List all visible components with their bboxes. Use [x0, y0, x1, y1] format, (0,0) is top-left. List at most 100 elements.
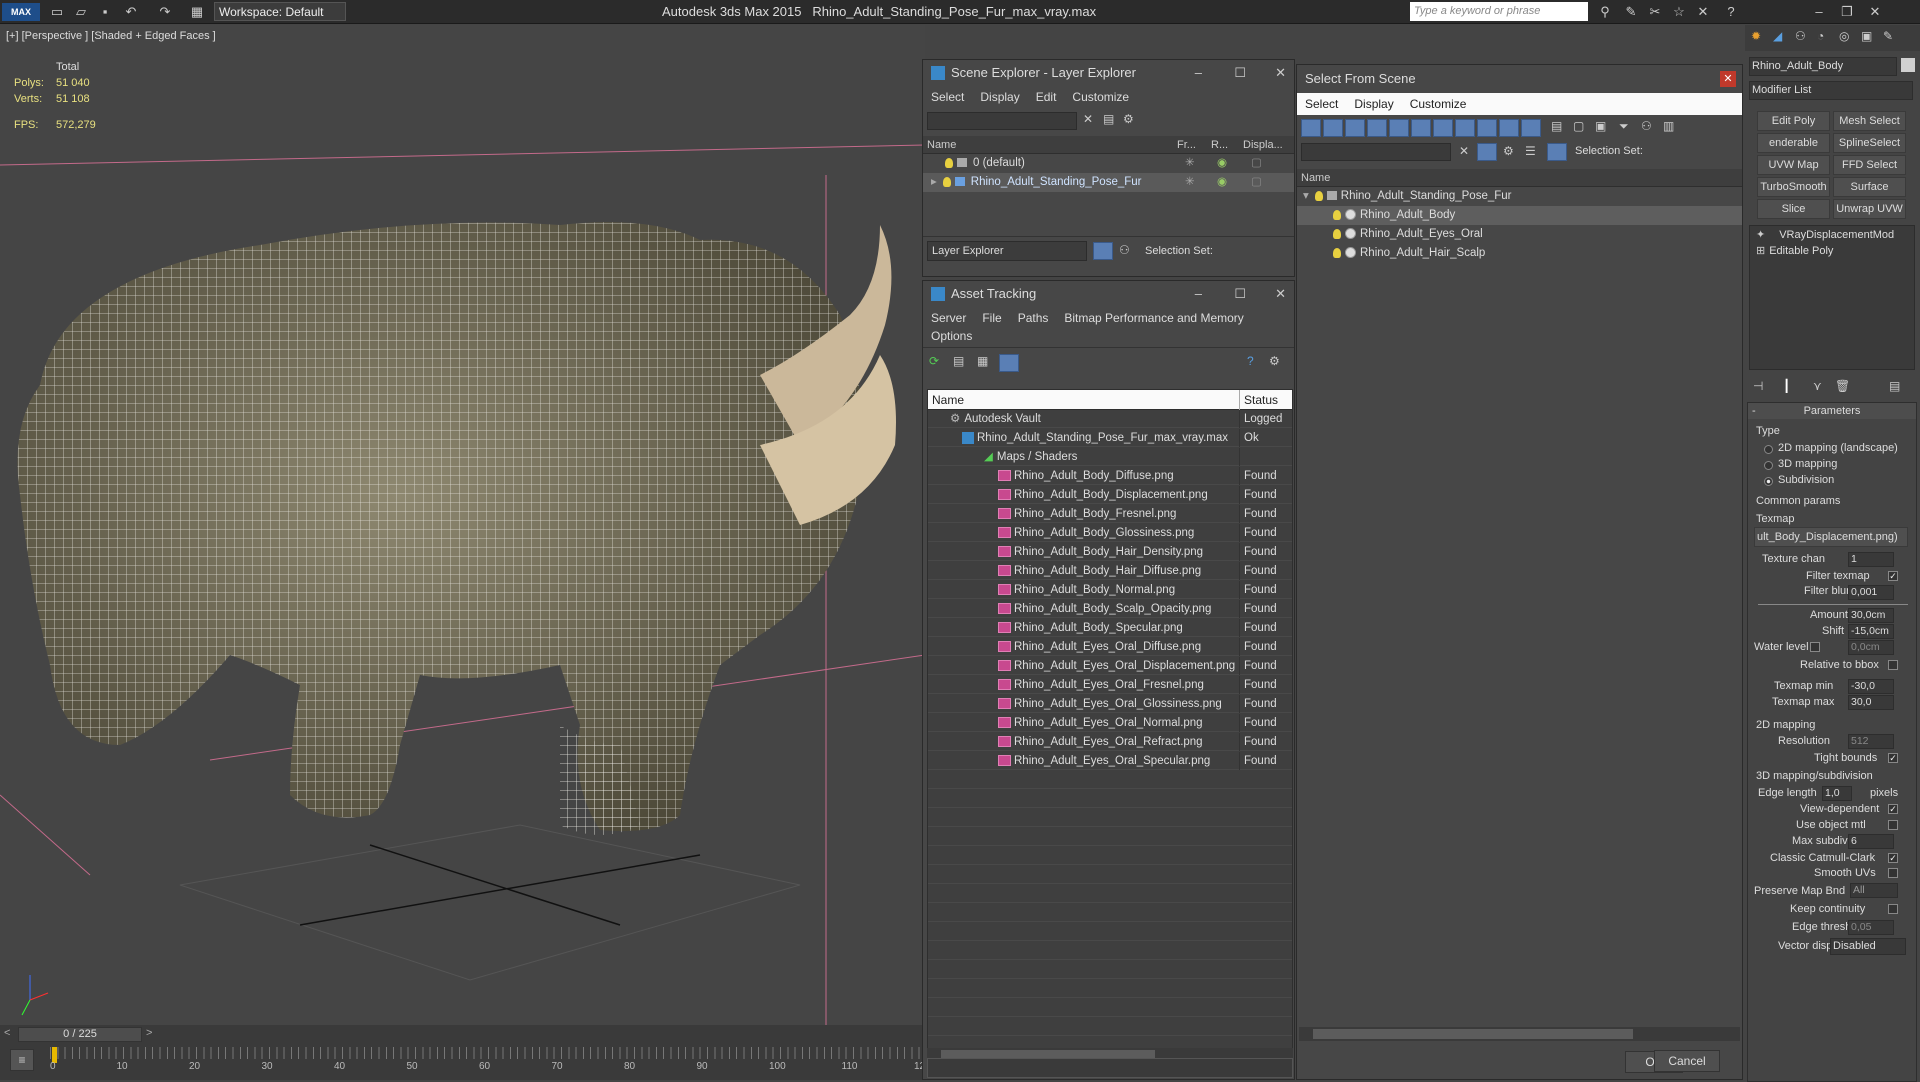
display-cameras-icon[interactable] — [1367, 119, 1387, 137]
view-dependent-checkbox[interactable]: ✓ — [1888, 804, 1898, 814]
object-name-field[interactable]: Rhino_Adult_Body — [1749, 57, 1897, 76]
asset-row[interactable]: Rhino_Adult_Body_Diffuse.png Found — [928, 467, 1292, 486]
restore-icon[interactable]: ❐ — [1838, 3, 1856, 21]
col-display[interactable]: Displa... — [1243, 136, 1283, 154]
menu-display[interactable]: Display — [1354, 97, 1393, 111]
clear-find-icon[interactable]: ✕ — [1083, 112, 1093, 126]
exchange-icon[interactable]: ✕ — [1694, 3, 1712, 21]
hierarchy-view-icon[interactable] — [1547, 143, 1567, 161]
edge-thresh-input[interactable]: 0,05 — [1848, 920, 1894, 935]
expand-icon[interactable]: ▸ — [931, 176, 937, 188]
col-freeze[interactable]: Fr... — [1177, 136, 1196, 154]
col-render[interactable]: R... — [1211, 136, 1228, 154]
clear-find-icon[interactable]: ✕ — [1459, 144, 1469, 158]
menu-options[interactable]: Options — [931, 329, 972, 343]
asset-row[interactable]: Rhino_Adult_Body_Glossiness.png Found — [928, 524, 1292, 543]
menu-bitmap-performance[interactable]: Bitmap Performance and Memory — [1064, 311, 1243, 325]
path-field[interactable] — [927, 1058, 1293, 1078]
water-level-input[interactable]: 0,0cm — [1848, 640, 1894, 655]
infocenter-icon[interactable]: ⚲ — [1596, 3, 1614, 21]
slice-button[interactable]: Slice — [1757, 199, 1830, 219]
asset-row[interactable]: Rhino_Adult_Eyes_Oral_Glossiness.png Foun… — [928, 695, 1292, 714]
close-icon[interactable]: ✕ — [1275, 281, 1286, 307]
display-shapes-icon[interactable] — [1323, 119, 1343, 137]
texture-chan-input[interactable]: 1 — [1848, 552, 1894, 567]
asset-row[interactable]: Rhino_Adult_Eyes_Oral_Fresnel.png Found — [928, 676, 1292, 695]
new-file-icon[interactable]: ▭ — [48, 3, 66, 21]
motion-tab-icon[interactable]: ◔ — [1817, 29, 1824, 43]
search-input[interactable]: Type a keyword or phrase — [1410, 2, 1588, 21]
select-all-icon[interactable]: ▤ — [1551, 119, 1562, 133]
perspective-viewport[interactable]: [+] [Perspective ] [Shaded + Edged Faces… — [0, 25, 925, 1045]
layer-stack-icon[interactable]: ☰ — [1525, 144, 1536, 158]
max-subdivs-input[interactable]: 6 — [1848, 834, 1894, 849]
workspace-dropdown[interactable]: Workspace: Default — [214, 2, 346, 21]
relative-bbox-checkbox[interactable] — [1888, 660, 1898, 670]
asset-row[interactable]: Rhino_Adult_Eyes_Oral_Displacement.png Fo… — [928, 657, 1292, 676]
menu-server[interactable]: Server — [931, 311, 966, 325]
ffd-select-button[interactable]: FFD Select — [1833, 155, 1906, 175]
asset-row[interactable]: ⚙ Autodesk Vault Logged — [928, 410, 1292, 429]
asset-row[interactable]: Rhino_Adult_Eyes_Oral_Diffuse.png Found — [928, 638, 1292, 657]
mesh-select-button[interactable]: Mesh Select — [1833, 111, 1906, 131]
help-icon[interactable]: ? — [1722, 3, 1740, 21]
show-end-result-icon[interactable]: ┃ — [1783, 379, 1790, 393]
cancel-button[interactable]: Cancel — [1654, 1050, 1720, 1072]
explorer-type-dropdown[interactable]: Layer Explorer — [927, 241, 1087, 261]
display-containers-icon[interactable] — [1499, 119, 1519, 137]
project-folder-icon[interactable]: ▦ — [188, 3, 206, 21]
layer-row-default[interactable]: 0 (default) ✳ ◉ ▢ — [923, 154, 1294, 173]
display-xrefs-icon[interactable] — [1455, 119, 1475, 137]
use-object-mtl-checkbox[interactable] — [1888, 820, 1898, 830]
menu-display[interactable]: Display — [980, 90, 1019, 104]
filter-icon[interactable]: ▤ — [1103, 112, 1114, 126]
edge-length-input[interactable]: 1,0 — [1822, 786, 1852, 801]
radio-3d-mapping[interactable] — [1764, 461, 1773, 470]
expand-icon[interactable]: ⊞ — [1756, 245, 1765, 257]
scene-explorer-titlebar[interactable]: Scene Explorer - Layer Explorer – ☐ ✕ — [923, 60, 1294, 86]
maximize-icon[interactable]: ☐ — [1234, 281, 1246, 307]
help-icon[interactable]: ? — [1247, 354, 1254, 368]
hierarchy-icon[interactable]: ⚇ — [1641, 119, 1652, 133]
display-lights-icon[interactable] — [1345, 119, 1365, 137]
radio-subdivision[interactable] — [1764, 477, 1773, 486]
timeline[interactable]: < 0 / 225 > ≡ 0 10 20 30 40 50 60 70 80 90 100 110 1… — [0, 1025, 925, 1080]
menu-paths[interactable]: Paths — [1018, 311, 1049, 325]
collapse-icon[interactable]: ▾ — [1303, 190, 1309, 202]
viewport-label[interactable]: [+] [Perspective ] [Shaded + Edged Faces… — [6, 30, 216, 42]
filter-active-icon[interactable] — [1477, 143, 1497, 161]
display-icon[interactable]: ▢ — [1251, 154, 1262, 173]
light-bulb-icon[interactable] — [945, 157, 953, 168]
detail-view-icon[interactable]: ▦ — [977, 354, 988, 368]
communication-icon[interactable]: ✂ — [1646, 3, 1664, 21]
layer-options-icon[interactable]: ⚙ — [1123, 112, 1134, 126]
light-bulb-icon[interactable] — [1314, 190, 1323, 201]
asset-row[interactable]: Rhino_Adult_Eyes_Oral_Refract.png Found — [928, 733, 1292, 752]
minimize-icon[interactable]: – — [1195, 60, 1202, 86]
water-level-checkbox[interactable] — [1810, 642, 1820, 652]
mini-curve-editor-icon[interactable]: ≡ — [10, 1049, 34, 1071]
horizontal-scrollbar[interactable] — [1299, 1027, 1740, 1041]
find-input[interactable] — [1301, 143, 1451, 161]
filter-texmap-checkbox[interactable]: ✓ — [1888, 571, 1898, 581]
display-geometry-icon[interactable] — [1301, 119, 1321, 137]
pin-stack-icon[interactable]: ⊣ — [1753, 379, 1763, 393]
unwrap-uvw-button[interactable]: Unwrap UVW — [1833, 199, 1906, 219]
col-name[interactable]: Name — [927, 139, 956, 151]
display-frozen-icon[interactable] — [1521, 119, 1541, 137]
light-bulb-icon[interactable] — [1333, 228, 1341, 239]
freeze-icon[interactable]: ✳ — [1185, 154, 1195, 173]
display-helpers-icon[interactable] — [1389, 119, 1409, 137]
stack-item-editable-poly[interactable]: ⊞ Editable Poly — [1750, 242, 1914, 261]
track-bar[interactable] — [50, 1047, 922, 1059]
texmap-max-input[interactable]: 30,0 — [1848, 695, 1894, 710]
light-bulb-icon[interactable] — [942, 176, 951, 187]
create-tab-icon[interactable]: ✹ — [1751, 29, 1761, 43]
light-bulb-icon[interactable] — [1333, 209, 1341, 220]
col-status[interactable]: Status — [1239, 390, 1278, 410]
make-unique-icon[interactable]: ⋎ — [1813, 379, 1822, 393]
select-invert-icon[interactable]: ▣ — [1595, 119, 1606, 133]
save-file-icon[interactable]: ▪ — [96, 3, 114, 21]
menu-file[interactable]: File — [982, 311, 1001, 325]
edit-poly-button[interactable]: Edit Poly — [1757, 111, 1830, 131]
